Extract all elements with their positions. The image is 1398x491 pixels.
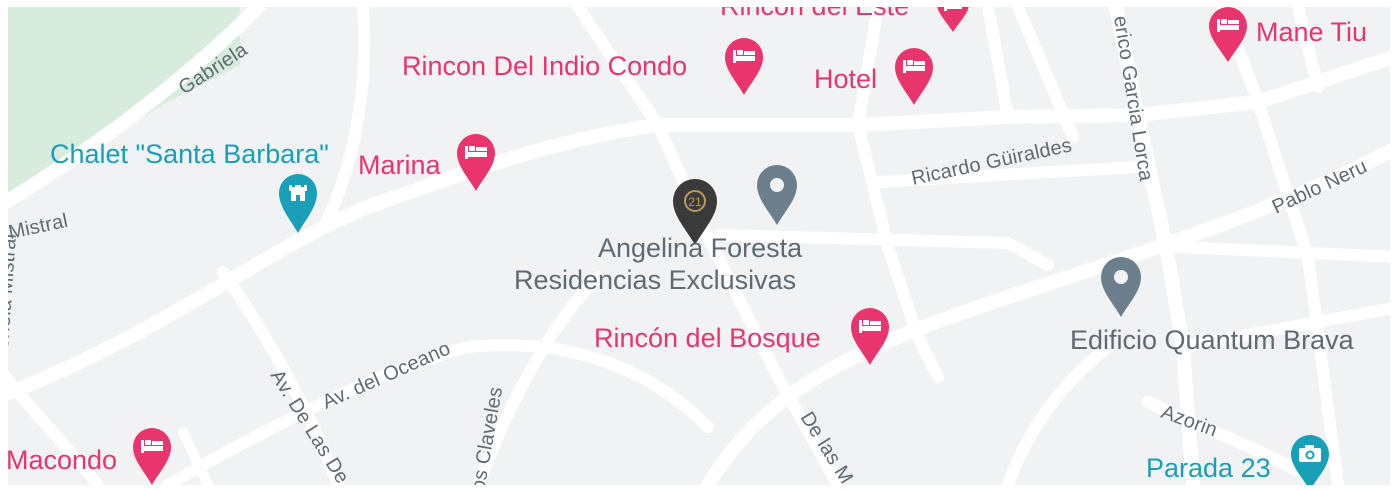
poi-label-rincon-del-indio-condo[interactable]: Rincon Del Indio Condo [402, 53, 687, 80]
poi-label-rincon-del-bosque[interactable]: Rincón del Bosque [594, 325, 821, 352]
place-pin-icon[interactable] [756, 165, 798, 227]
place-pin-icon[interactable] [1100, 257, 1142, 319]
poi-label-edificio-quantum-brava[interactable]: Edificio Quantum Brava [1070, 327, 1354, 354]
bed-icon[interactable] [936, 7, 970, 33]
street-label-av-del-oceano: Av. del Oceano [319, 337, 454, 413]
poi-label-parada-23[interactable]: Parada 23 [1146, 455, 1271, 482]
poi-label-macondo[interactable]: Macondo [8, 447, 117, 474]
bed-icon[interactable] [456, 133, 496, 193]
bed-icon[interactable] [894, 47, 934, 107]
map-canvas[interactable]: Gabriela Mistral Gabriela Mistral Av. de… [8, 7, 1390, 485]
poi-label-angelina-foresta[interactable]: Angelina Foresta [598, 235, 802, 262]
poi-label-chalet-santa-barbara[interactable]: Chalet "Santa Barbara" [50, 141, 329, 168]
bed-icon[interactable] [850, 307, 890, 367]
poi-label-hotel[interactable]: Hotel [814, 66, 877, 93]
camera-icon[interactable] [1290, 435, 1330, 485]
poi-label-marina[interactable]: Marina [358, 152, 441, 179]
street-label-garcia-lorca: erico Garcia Lorca [1109, 14, 1157, 183]
map-view[interactable]: Gabriela Mistral Gabriela Mistral Av. de… [0, 0, 1398, 491]
century21-logo-text: 21 [688, 195, 702, 209]
castle-icon[interactable] [278, 173, 318, 235]
bed-icon[interactable] [724, 37, 764, 97]
street-label-gabriela-mistral: Gabriela Mistral [8, 233, 21, 377]
poi-label-mane-tiu[interactable]: Mane Tiu [1256, 19, 1367, 46]
poi-label-residencias-exclusivas[interactable]: Residencias Exclusivas [514, 267, 796, 294]
poi-label-rincon-del-este[interactable]: Rincon del Este [720, 7, 909, 20]
bed-icon[interactable] [1208, 7, 1248, 63]
street-label-ricardo-guiraldes: Ricardo Güiraldes [909, 134, 1073, 190]
bed-icon[interactable] [132, 427, 172, 485]
